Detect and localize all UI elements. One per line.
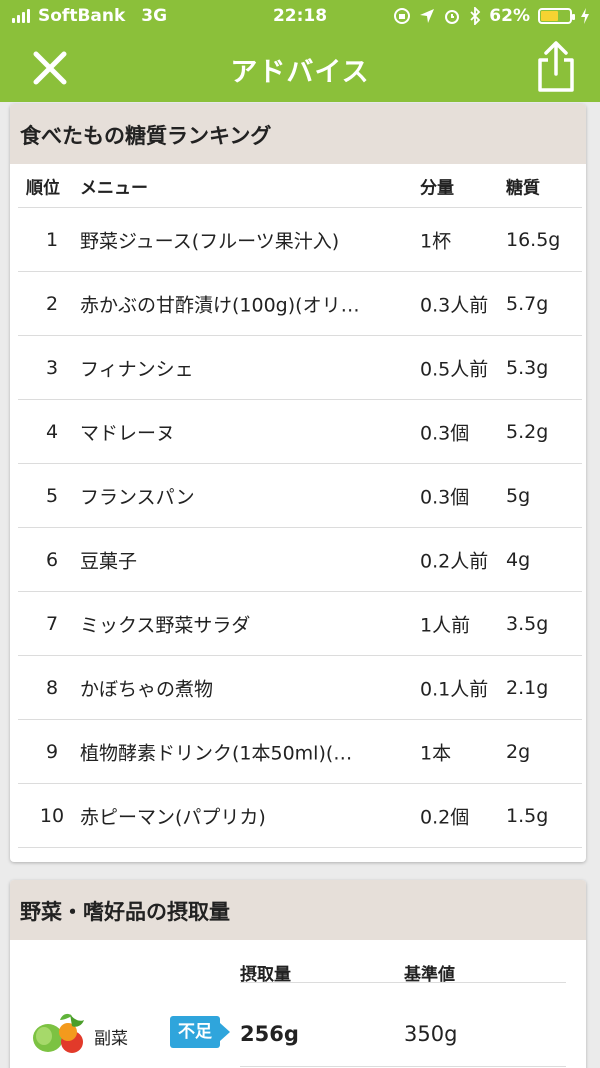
amount-value: 0.3個 — [420, 486, 470, 508]
table-row[interactable]: 8 かぼちゃの煮物 0.1人前 2.1g — [18, 656, 582, 720]
table-row[interactable]: 3 フィナンシェ 0.5人前 5.3g — [18, 336, 582, 400]
rank-number: 3 — [45, 356, 59, 379]
menu-name: マドレーヌ — [80, 422, 176, 444]
location-icon — [420, 9, 435, 23]
header-rank: 順位 — [26, 178, 60, 198]
sugar-value: 5.7g — [506, 292, 549, 315]
table-row[interactable]: 7 ミックス野菜サラダ 1人前 3.5g — [18, 592, 582, 656]
amount-value: 0.1人前 — [420, 678, 489, 700]
menu-name: 豆菓子 — [80, 550, 138, 572]
table-row[interactable]: 10 赤ピーマン(パプリカ) 0.2個 1.5g — [18, 784, 582, 848]
rank-number: 9 — [45, 740, 59, 763]
rank-number: 6 — [45, 548, 59, 571]
page-title: アドバイス — [230, 57, 370, 88]
intake-card: 野菜・嗜好品の摂取量 摂取量 基準値 副菜 不足 256g 350g — [10, 880, 586, 1068]
sugar-value: 1.5g — [506, 804, 549, 827]
table-row[interactable]: 2 赤かぶの甘酢漬け(100g)(オリ… 0.3人前 5.7g — [18, 272, 582, 336]
menu-name: ミックス野菜サラダ — [80, 614, 251, 636]
amount-value: 1本 — [420, 742, 452, 764]
table-header: 順位 メニュー 分量 糖質 — [18, 164, 582, 208]
charging-icon — [581, 8, 589, 24]
rank-number: 1 — [45, 228, 59, 251]
table-row[interactable]: 5 フランスパン 0.3個 5g — [18, 464, 582, 528]
rank-number: 7 — [45, 612, 59, 635]
menu-name: フランスパン — [80, 486, 195, 508]
sugar-value: 5g — [506, 484, 531, 507]
rank-number: 10 — [39, 804, 65, 827]
amount-value: 1杯 — [420, 230, 452, 252]
amount-value: 1人前 — [420, 614, 471, 636]
amount-value: 0.3個 — [420, 422, 470, 444]
divider — [240, 1066, 566, 1067]
sugar-ranking-card: 食べたもの糖質ランキング 順位 メニュー 分量 糖質 1 野菜ジュース(フルーツ果… — [10, 104, 586, 862]
battery-icon — [538, 8, 575, 24]
side-dish-label: 副菜 — [94, 1029, 128, 1049]
table-row[interactable]: 1 野菜ジュース(フルーツ果汁入) 1杯 16.5g — [18, 208, 582, 272]
sugar-value: 16.5g — [506, 228, 561, 251]
status-badge: 不足 — [170, 1016, 230, 1048]
rank-number: 8 — [45, 676, 59, 699]
amount-value: 0.5人前 — [420, 358, 489, 380]
navigation-bar: アドバイス — [0, 34, 600, 102]
table-row[interactable]: 6 豆菓子 0.2人前 4g — [18, 528, 582, 592]
status-bar: SoftBank 3G 22:18 62% — [0, 0, 600, 34]
sugar-ranking-table: 順位 メニュー 分量 糖質 1 野菜ジュース(フルーツ果汁入) 1杯 16.5g 2 赤か… — [10, 164, 586, 848]
menu-name: フィナンシェ — [80, 358, 194, 380]
amount-value: 0.3人前 — [420, 294, 489, 316]
amount-value: 0.2個 — [420, 806, 470, 828]
sugar-ranking-title: 食べたもの糖質ランキング — [10, 104, 586, 164]
intake-header: 摂取量 基準値 — [10, 940, 586, 996]
bluetooth-icon — [470, 7, 481, 25]
sugar-value: 2g — [506, 740, 531, 763]
app-header: SoftBank 3G 22:18 62% アドバイス — [0, 0, 600, 102]
amount-value: 0.2人前 — [420, 550, 489, 572]
table-row[interactable]: 4 マドレーヌ 0.3個 5.2g — [18, 400, 582, 464]
menu-name: かぼちゃの煮物 — [80, 678, 214, 700]
sugar-value: 5.3g — [506, 356, 549, 379]
header-sugar: 糖質 — [506, 178, 540, 198]
sugar-value: 2.1g — [506, 676, 549, 699]
intake-value: 256g — [240, 1022, 299, 1046]
table-row[interactable]: 9 植物酵素ドリンク(1本50ml)(… 1本 2g — [18, 720, 582, 784]
sugar-value: 5.2g — [506, 420, 549, 443]
share-icon[interactable] — [534, 40, 578, 94]
reference-value: 350g — [404, 1022, 458, 1046]
vegetable-icon — [33, 1013, 84, 1053]
battery-percent: 62% — [489, 6, 530, 26]
header-amount: 分量 — [420, 178, 454, 198]
menu-name: 赤かぶの甘酢漬け(100g)(オリ… — [80, 294, 360, 316]
intake-title: 野菜・嗜好品の摂取量 — [10, 880, 586, 940]
header-menu: メニュー — [80, 178, 148, 198]
menu-name: 野菜ジュース(フルーツ果汁入) — [80, 230, 340, 252]
divider — [240, 982, 566, 983]
sugar-value: 3.5g — [506, 612, 549, 635]
menu-name: 植物酵素ドリンク(1本50ml)(… — [80, 742, 353, 764]
rank-number: 5 — [45, 484, 59, 507]
orientation-lock-icon — [394, 8, 411, 24]
sugar-value: 4g — [506, 548, 531, 571]
rank-number: 4 — [45, 420, 59, 443]
intake-row-side-dish[interactable]: 副菜 不足 256g 350g — [10, 982, 586, 1068]
alarm-icon — [445, 10, 460, 24]
rank-number: 2 — [45, 292, 59, 315]
menu-name: 赤ピーマン(パプリカ) — [80, 806, 266, 828]
